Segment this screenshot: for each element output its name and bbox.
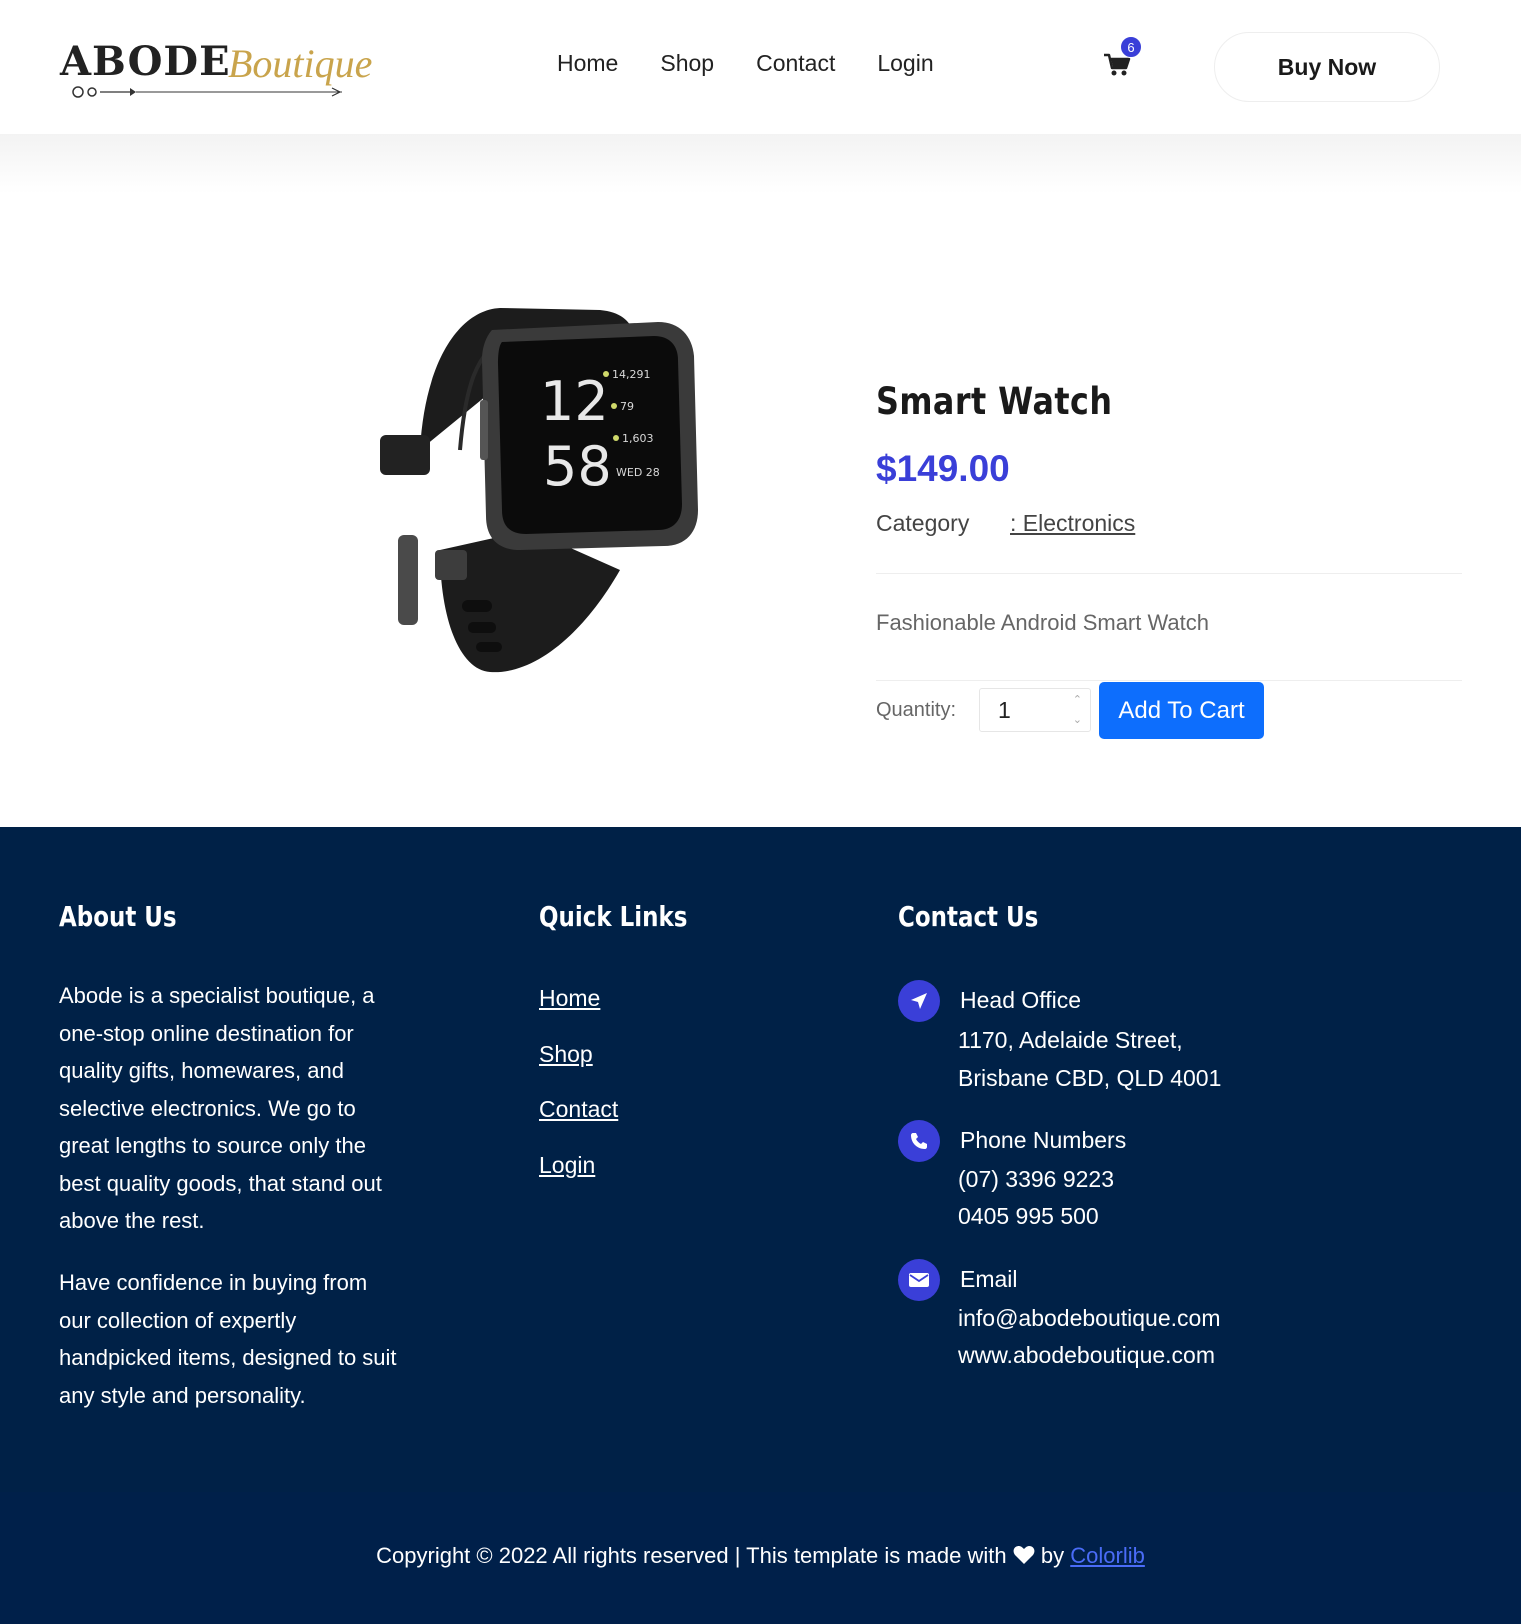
phone-number-1: (07) 3396 9223 <box>958 1166 1115 1192</box>
location-arrow-icon <box>898 980 940 1022</box>
envelope-icon <box>898 1259 940 1301</box>
site-logo[interactable]: ABODE Boutique <box>60 34 372 100</box>
main-nav: Home Shop Contact Login <box>557 50 934 77</box>
head-office-title: Head Office <box>960 987 1082 1013</box>
phone-number-2: 0405 995 500 <box>958 1203 1099 1229</box>
svg-text:12: 12 <box>540 370 609 433</box>
header-shadow <box>0 134 1521 194</box>
about-paragraph-2: Have confidence in buying from our colle… <box>59 1270 397 1408</box>
nav-login-link[interactable]: Login <box>877 50 933 77</box>
svg-text:58: 58 <box>543 435 612 498</box>
email-title: Email <box>960 1266 1018 1292</box>
cart-count-badge: 6 <box>1120 36 1142 58</box>
chevron-up-icon[interactable]: ⌃ <box>1073 693 1082 706</box>
add-to-cart-button[interactable]: Add To Cart <box>1099 682 1264 739</box>
copyright-by: by <box>1040 1543 1065 1568</box>
svg-text:WED 28: WED 28 <box>616 466 660 479</box>
svg-text:14,291: 14,291 <box>612 368 651 381</box>
quantity-stepper[interactable]: 1 ⌃ ⌄ <box>979 688 1091 732</box>
footer-link-login[interactable]: Login <box>539 1152 595 1179</box>
about-paragraph-1: Abode is a specialist boutique, a one-st… <box>59 983 382 1233</box>
colorlib-link[interactable]: Colorlib <box>1070 1543 1145 1568</box>
divider <box>876 573 1462 574</box>
nav-shop-link[interactable]: Shop <box>660 50 714 77</box>
svg-text:79: 79 <box>620 400 634 413</box>
category-label: Category <box>876 510 970 536</box>
logo-main-text: ABODE <box>60 38 231 85</box>
footer-link-home[interactable]: Home <box>539 985 600 1012</box>
website-address[interactable]: www.abodeboutique.com <box>958 1342 1215 1369</box>
quantity-label: Quantity: <box>876 699 957 721</box>
copyright-prefix: Copyright © 2022 All rights reserved | T… <box>376 1543 1007 1568</box>
address-line-2: Brisbane CBD, QLD 4001 <box>958 1065 1222 1091</box>
footer-link-contact[interactable]: Contact <box>539 1096 618 1123</box>
site-header: ABODE Boutique Home Shop Contact Login 6… <box>0 0 1521 134</box>
contact-heading: Contact Us <box>898 900 1039 933</box>
logo-flourish-icon <box>72 86 342 98</box>
category-link[interactable]: : Electronics <box>1010 510 1135 537</box>
phone-numbers-title: Phone Numbers <box>960 1127 1127 1153</box>
copyright-text: Copyright © 2022 All rights reserved | T… <box>0 1543 1521 1569</box>
buy-now-button[interactable]: Buy Now <box>1214 32 1440 102</box>
heart-icon <box>1013 1546 1035 1564</box>
divider <box>876 680 1462 681</box>
phone-icon <box>898 1120 940 1162</box>
nav-contact-link[interactable]: Contact <box>756 50 835 77</box>
product-price: $149.00 <box>876 448 1010 489</box>
about-heading: About Us <box>59 900 177 933</box>
email-address[interactable]: info@abodeboutique.com <box>958 1305 1220 1332</box>
product-image: 12 58 14,291 79 1,603 WED 28 <box>380 308 698 673</box>
quick-links-heading: Quick Links <box>539 900 688 933</box>
product-description: Fashionable Android Smart Watch <box>876 610 1210 635</box>
nav-home-link[interactable]: Home <box>557 50 618 77</box>
footer-link-shop[interactable]: Shop <box>539 1041 593 1068</box>
chevron-down-icon[interactable]: ⌄ <box>1073 713 1082 726</box>
svg-text:1,603: 1,603 <box>622 432 654 445</box>
product-title: Smart Watch <box>876 380 1113 423</box>
quantity-value[interactable]: 1 <box>998 697 1011 724</box>
logo-script-text: Boutique <box>228 41 373 86</box>
address-line-1: 1170, Adelaide Street, <box>958 1027 1183 1053</box>
